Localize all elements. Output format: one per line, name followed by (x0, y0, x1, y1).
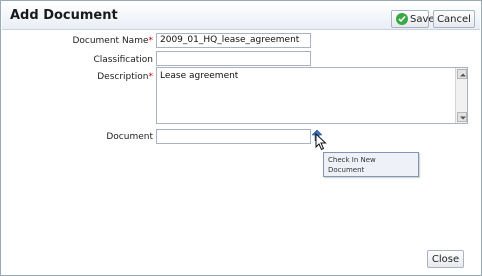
dialog-title: Add Document (10, 8, 118, 23)
dialog-header: Add Document Save Cancel (2, 2, 480, 30)
cancel-button[interactable]: Cancel (433, 10, 475, 28)
tooltip-line: Document (328, 166, 365, 174)
tooltip: Check In New Document (323, 152, 419, 177)
scroll-up-icon[interactable] (457, 69, 467, 79)
mouse-pointer-icon (315, 133, 327, 151)
tooltip-line: Check In New (328, 156, 376, 164)
checkmark-icon (396, 13, 408, 25)
close-button[interactable]: Close (427, 250, 464, 268)
description-scrollbar[interactable] (455, 68, 467, 123)
add-document-dialog: Add Document Save Cancel Document Name* … (0, 0, 482, 276)
description-text: Lease agreement (160, 71, 239, 81)
document-name-input[interactable]: 2009_01_HQ_lease_agreement (156, 33, 311, 48)
description-textarea[interactable]: Lease agreement (156, 67, 468, 124)
document-file-input[interactable] (156, 129, 311, 144)
description-label: Description* (97, 72, 154, 82)
classification-input[interactable] (156, 51, 311, 66)
scroll-down-icon[interactable] (457, 112, 467, 122)
classification-label: Classification (93, 55, 153, 65)
document-label: Document (106, 132, 153, 142)
required-marker: * (148, 72, 154, 82)
save-button-label: Save (410, 13, 435, 25)
required-marker: * (148, 36, 154, 46)
document-name-label: Document Name* (72, 36, 154, 46)
save-button[interactable]: Save (391, 10, 435, 28)
